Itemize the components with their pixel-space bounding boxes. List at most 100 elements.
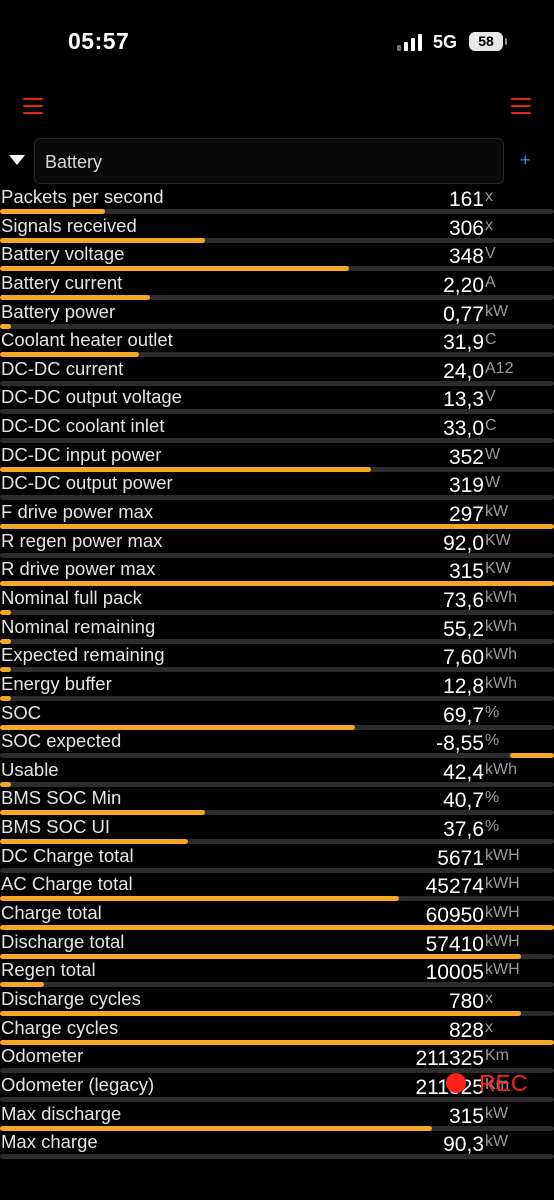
metric-label: DC-DC coolant inlet <box>1 415 165 437</box>
metric-row[interactable]: DC-DC output power 319 W <box>0 470 554 501</box>
metric-label: F drive power max <box>1 501 154 523</box>
right-menu-icon[interactable] <box>511 98 531 114</box>
metric-unit: kWH <box>485 904 520 922</box>
status-bar: 05:57 5G 58 <box>0 0 554 80</box>
metric-row[interactable]: DC-DC current 24,0 A12 <box>0 356 554 386</box>
metric-label: Nominal full pack <box>1 586 142 608</box>
metric-value: 0,77 <box>443 302 484 326</box>
metric-label: Battery current <box>1 271 123 293</box>
metric-unit: kW <box>485 1133 509 1151</box>
metric-row[interactable]: BMS SOC Min 40,7% <box>0 785 554 816</box>
metric-row[interactable]: Expected remaining 7,60 kWh <box>0 642 554 673</box>
metric-label: BMS SOC UI <box>1 816 110 838</box>
metric-row[interactable]: SOC expected -8,55% <box>0 728 554 759</box>
metric-unit: W <box>485 445 501 463</box>
metric-row[interactable]: Battery current 2,20 A <box>0 270 554 300</box>
metric-row[interactable]: Discharge cycles 780 x <box>0 986 554 1016</box>
metric-label: DC-DC output power <box>1 472 173 494</box>
add-button[interactable]: + <box>520 150 531 171</box>
recording-label: REC <box>479 1070 528 1096</box>
metric-label: DC-DC current <box>1 357 124 379</box>
metric-label: BMS SOC Min <box>1 787 122 809</box>
metric-unit: A12 <box>485 359 514 377</box>
metric-label: Coolant heater outlet <box>1 329 173 351</box>
network-type: 5G <box>433 32 458 52</box>
metric-unit: x <box>485 188 493 205</box>
metric-row[interactable]: Coolant heater outlet 31,9 C <box>0 327 554 358</box>
metric-row[interactable]: Regen total 10005 kWH <box>0 957 554 988</box>
metric-label: Battery voltage <box>1 243 125 265</box>
metric-label: Charge total <box>1 902 102 924</box>
metric-label: SOC <box>1 701 42 723</box>
metric-unit: % <box>485 789 500 807</box>
metric-unit: kWH <box>485 932 520 950</box>
metric-row[interactable]: Packets per second 161 x <box>0 184 554 214</box>
metric-row[interactable]: Max charge 90,3 kW <box>0 1129 554 1160</box>
metric-label: Signals received <box>1 214 137 236</box>
category-select[interactable]: Battery <box>34 138 504 184</box>
metric-row[interactable]: DC-DC coolant inlet 33,0 C <box>0 413 554 444</box>
metric-unit: kW <box>485 503 509 521</box>
metric-unit: KW <box>485 560 511 578</box>
metric-unit: V <box>485 245 496 263</box>
metric-unit: Km <box>485 1047 509 1065</box>
metric-unit: x <box>485 989 493 1007</box>
metric-row[interactable]: DC-DC output voltage 13,3 V <box>0 384 554 415</box>
metric-row[interactable]: Max discharge 315 kW <box>0 1101 554 1131</box>
metric-row[interactable]: Odometer 211325 Km <box>0 1043 554 1074</box>
metric-unit: kWh <box>485 646 517 664</box>
record-dot-icon <box>446 1073 466 1093</box>
metric-row[interactable]: DC-DC input power 352 W <box>0 442 554 472</box>
metric-unit: kWh <box>485 588 517 606</box>
metric-label: Odometer (legacy) <box>1 1073 155 1095</box>
metric-bar-track <box>0 1154 554 1160</box>
metric-row[interactable]: SOC 69,7% <box>0 700 554 730</box>
metric-row[interactable]: F drive power max 297 kW <box>0 499 554 530</box>
metric-unit: kWh <box>485 674 517 692</box>
metric-label: Packets per second <box>1 186 164 207</box>
status-time: 05:57 <box>68 28 130 54</box>
metric-row[interactable]: R drive power max 315 KW <box>0 556 554 587</box>
metric-unit: kWH <box>485 875 520 893</box>
metric-row[interactable]: Signals received 306 x <box>0 213 554 243</box>
metric-unit: W <box>485 474 501 492</box>
metric-label: DC-DC output voltage <box>1 386 182 408</box>
metric-row[interactable]: Odometer (legacy)211325Km <box>0 1072 554 1102</box>
metric-unit: % <box>485 732 500 750</box>
metric-row[interactable]: AC Charge total 45274 kWH <box>0 871 554 902</box>
metric-row[interactable]: Battery power 0,77 kW <box>0 299 554 329</box>
metric-row[interactable]: Charge cycles 828 x <box>0 1015 554 1045</box>
metric-value: 828 <box>448 1018 484 1042</box>
metric-unit: kWH <box>485 846 520 864</box>
metric-row[interactable]: R regen power max 92,0 KW <box>0 528 554 558</box>
metric-label: Nominal remaining <box>1 615 156 637</box>
metric-row[interactable]: Charge total 60950 kWH <box>0 900 554 931</box>
metric-unit: kWH <box>485 961 520 979</box>
metric-label: SOC expected <box>1 730 122 752</box>
metric-unit: C <box>485 331 497 349</box>
metric-unit: kWh <box>485 617 517 635</box>
metric-row[interactable]: Nominal full pack 73,6 kWh <box>0 585 554 615</box>
metric-label: Max charge <box>1 1131 98 1153</box>
category-select-value: Battery <box>45 152 103 172</box>
metric-value: 69,7 <box>443 703 484 727</box>
metric-label: R drive power max <box>1 558 156 580</box>
metric-row[interactable]: BMS SOC UI 37,6% <box>0 814 554 845</box>
metric-label: Expected remaining <box>1 644 165 666</box>
metrics-list: Packets per second 161 x Signals received 30… <box>0 184 554 1160</box>
metric-value: 315 <box>448 1104 484 1128</box>
metric-row[interactable]: Battery voltage 348 V <box>0 241 554 272</box>
metric-unit: x <box>485 216 493 234</box>
metric-row[interactable]: Discharge total 57410 kWH <box>0 929 554 959</box>
metric-unit: kW <box>485 302 509 320</box>
metric-label: Discharge cycles <box>1 987 141 1009</box>
metric-row[interactable]: Energy buffer 12,8 kWh <box>0 671 554 701</box>
metric-label: Discharge total <box>1 930 125 952</box>
collapse-triangle-icon[interactable] <box>9 155 25 165</box>
metric-unit: x <box>485 1018 493 1036</box>
metric-row[interactable]: Nominal remaining 55,2 kWh <box>0 614 554 644</box>
metric-label: Odometer <box>1 1045 84 1067</box>
metric-row[interactable]: Usable 42,4 kWh <box>0 757 554 787</box>
left-menu-icon[interactable] <box>23 98 43 114</box>
metric-row[interactable]: DC Charge total 5671 kWH <box>0 843 554 873</box>
